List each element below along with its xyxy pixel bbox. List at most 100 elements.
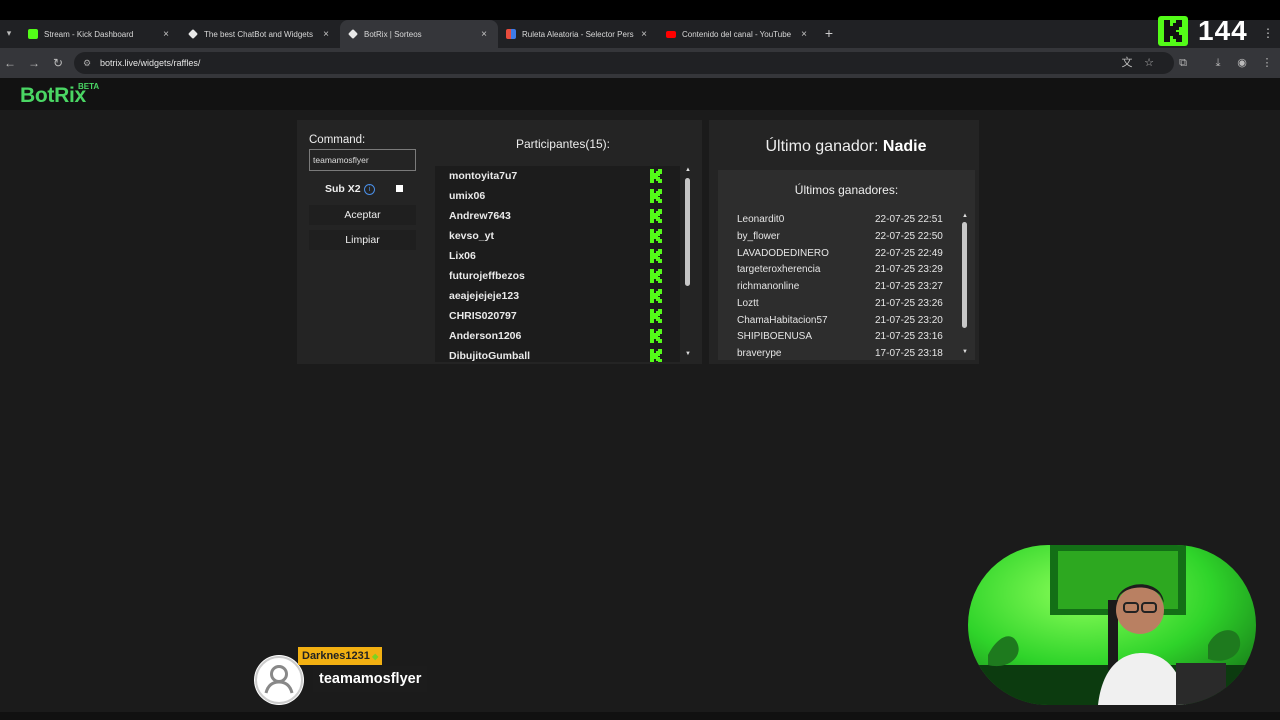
- winner-row: LAVADODEDINERO 22-07-25 22:49: [737, 246, 947, 262]
- scroll-up-icon[interactable]: ▲: [684, 166, 692, 174]
- tab-title: Ruleta Aleatoria - Selector Pers: [522, 29, 634, 39]
- tab-kick-dashboard[interactable]: Stream - Kick Dashboard ×: [20, 20, 180, 48]
- close-tab-icon[interactable]: ×: [478, 29, 490, 40]
- tab-youtube[interactable]: Contenido del canal - YouTube ×: [658, 20, 818, 48]
- winner-name: Loztt: [737, 298, 759, 309]
- participant-name: Andrew7643: [449, 210, 511, 222]
- close-tab-icon[interactable]: ×: [638, 29, 650, 40]
- winners-scrollbar[interactable]: ▲ ▼: [961, 212, 969, 358]
- participant-row: Anderson1206: [449, 326, 673, 346]
- scroll-thumb[interactable]: [962, 222, 967, 328]
- scroll-down-icon[interactable]: ▼: [684, 350, 692, 358]
- translate-icon[interactable]: 文: [1119, 55, 1135, 71]
- site-settings-icon[interactable]: ⚙: [83, 52, 91, 74]
- winner-date: 22-07-25 22:49: [875, 248, 943, 259]
- scroll-down-icon[interactable]: ▼: [961, 348, 969, 356]
- participant-name: futurojeffbezos: [449, 270, 525, 282]
- winner-date: 21-07-25 23:20: [875, 315, 943, 326]
- winner-date: 21-07-25 23:29: [875, 264, 943, 275]
- participant-name: kevso_yt: [449, 230, 494, 242]
- participant-row: montoyita7u7: [449, 166, 673, 186]
- overlay-username: teamamosflyer: [313, 666, 428, 692]
- winner-name: targeteroxherencia: [737, 264, 821, 275]
- winner-name: LAVADODEDINERO: [737, 248, 829, 259]
- close-tab-icon[interactable]: ×: [160, 29, 172, 40]
- botrix-logo[interactable]: BotRix: [20, 84, 86, 108]
- participant-row: futurojeffbezos: [449, 266, 673, 286]
- url-field[interactable]: ⚙ botrix.live/widgets/raffles/: [74, 52, 1174, 74]
- tab-search-icon[interactable]: ▾: [4, 28, 14, 38]
- back-icon[interactable]: ←: [2, 55, 18, 71]
- participants-title: Participantes(15):: [515, 137, 611, 151]
- winner-row: targeteroxherencia 21-07-25 23:29: [737, 262, 947, 278]
- webcam-feed: [968, 545, 1256, 705]
- site-header: BotRix BETA: [0, 78, 1280, 110]
- gem-icon: ◆: [369, 652, 379, 661]
- winner-row: Loztt 21-07-25 23:26: [737, 296, 947, 312]
- command-input[interactable]: [309, 149, 416, 171]
- kick-badge-icon: [650, 349, 662, 362]
- tab-botrix-home[interactable]: The best ChatBot and Widgets ×: [180, 20, 340, 48]
- winner-row: braverype 17-07-25 23:18: [737, 346, 947, 360]
- kick-badge-icon: [650, 309, 662, 323]
- winner-name: Leonardit0: [737, 214, 785, 225]
- browser-menu-icon[interactable]: ⋮: [1262, 26, 1274, 40]
- participants-scrollbar[interactable]: ▲ ▼: [684, 166, 692, 362]
- winner-name: ChamaHabitacion57: [737, 315, 828, 326]
- participant-name: montoyita7u7: [449, 170, 518, 182]
- tab-title: Stream - Kick Dashboard: [44, 29, 134, 39]
- participants-list[interactable]: montoyita7u7 umix06 Andrew7643 kevso_yt …: [435, 166, 680, 362]
- beta-badge: BETA: [78, 82, 100, 91]
- tab-title: BotRix | Sorteos: [364, 29, 422, 39]
- kick-badge-icon: [650, 229, 662, 243]
- kick-badge-icon: [650, 209, 662, 223]
- extensions-icon[interactable]: ⧉: [1175, 55, 1191, 71]
- recent-winners-box[interactable]: Últimos ganadores: Leonardit0 22-07-25 22…: [718, 170, 975, 360]
- kick-viewer-counter: 144: [1158, 14, 1248, 48]
- command-label: Command:: [309, 134, 366, 146]
- winner-date: 17-07-25 23:18: [875, 348, 943, 359]
- winner-name: by_flower: [737, 231, 780, 242]
- chrome-menu-icon[interactable]: ⋮: [1259, 55, 1275, 71]
- tab-ruleta[interactable]: Ruleta Aleatoria - Selector Pers ×: [498, 20, 658, 48]
- reload-icon[interactable]: ↻: [50, 55, 66, 71]
- kick-badge-icon: [650, 329, 662, 343]
- profile-icon[interactable]: ◉: [1234, 55, 1250, 71]
- download-icon[interactable]: ⤓: [1210, 55, 1226, 71]
- avatar: [254, 655, 304, 705]
- subx2-label: Sub X2: [325, 183, 361, 195]
- winner-name: braverype: [737, 348, 782, 359]
- scroll-thumb[interactable]: [685, 178, 690, 286]
- info-icon[interactable]: i: [364, 184, 375, 195]
- participant-row: CHRIS020797: [449, 306, 673, 326]
- kick-badge-icon: [650, 269, 662, 283]
- accept-button[interactable]: Aceptar: [309, 205, 416, 225]
- winner-row: SHIPIBOENUSA 21-07-25 23:16: [737, 329, 947, 345]
- youtube-favicon-icon: [666, 30, 676, 38]
- tab-botrix-sorteos[interactable]: BotRix | Sorteos ×: [340, 20, 498, 48]
- winner-date: 21-07-25 23:26: [875, 298, 943, 309]
- scroll-up-icon[interactable]: ▲: [961, 212, 969, 220]
- clear-button[interactable]: Limpiar: [309, 230, 416, 250]
- kick-badge-icon: [650, 169, 662, 183]
- forward-icon[interactable]: →: [26, 55, 42, 71]
- participant-name: Anderson1206: [449, 330, 522, 342]
- new-tab-icon[interactable]: +: [821, 25, 837, 41]
- close-tab-icon[interactable]: ×: [798, 29, 810, 40]
- tab-bar: ▾ Stream - Kick Dashboard × The best Cha…: [0, 20, 1280, 48]
- url-text: botrix.live/widgets/raffles/: [100, 58, 201, 68]
- winner-row: by_flower 22-07-25 22:50: [737, 229, 947, 245]
- winner-name: SHIPIBOENUSA: [737, 331, 813, 342]
- bookmark-star-icon[interactable]: ☆: [1141, 55, 1157, 71]
- kick-favicon-icon: [28, 29, 38, 39]
- kick-badge-icon: [650, 249, 662, 263]
- botrix-favicon-icon: [348, 29, 358, 39]
- last-winner-heading: Último ganador: Nadie: [716, 138, 976, 156]
- webcam-image: [968, 545, 1256, 705]
- winner-row: richmanonline 21-07-25 23:27: [737, 279, 947, 295]
- close-tab-icon[interactable]: ×: [320, 29, 332, 40]
- participant-name: umix06: [449, 190, 486, 202]
- recent-winners-title: Últimos ganadores:: [794, 183, 899, 197]
- kick-logo-icon: [1158, 16, 1188, 46]
- subx2-checkbox[interactable]: [396, 185, 403, 192]
